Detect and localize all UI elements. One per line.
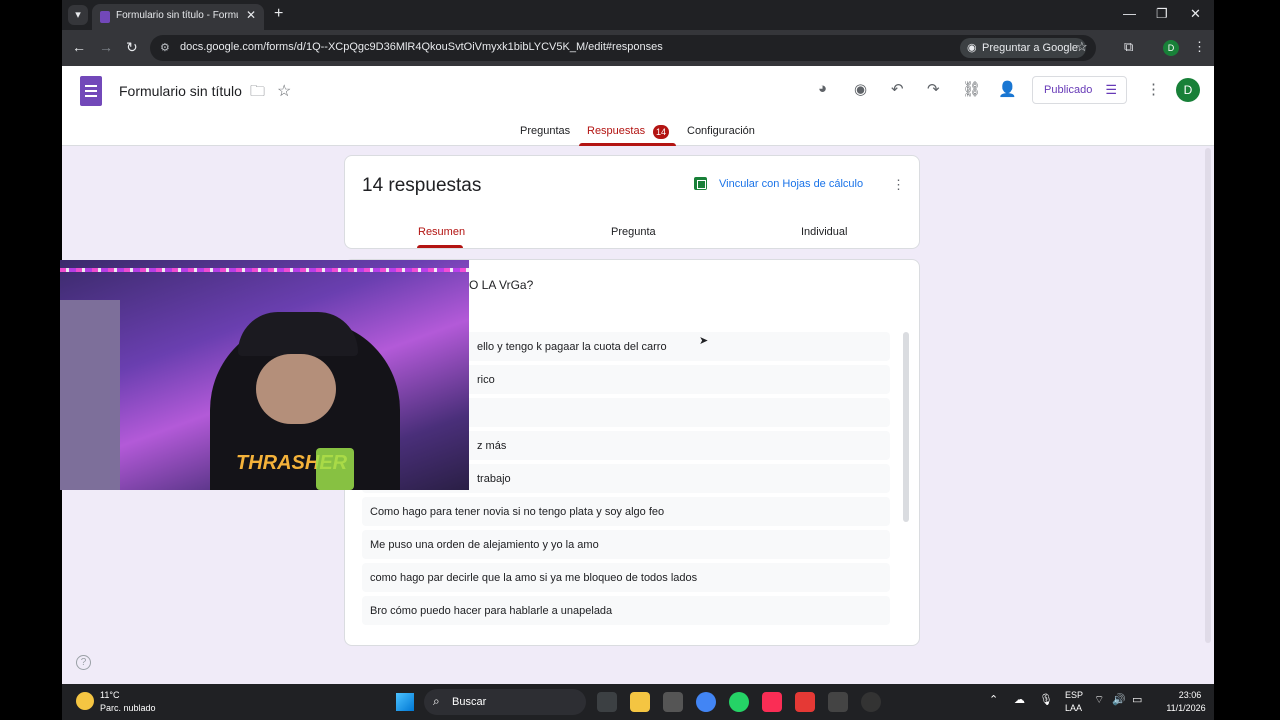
webcam-cup: [316, 448, 354, 490]
help-icon[interactable]: ?: [76, 655, 91, 670]
profile-avatar[interactable]: D: [1163, 40, 1179, 56]
windows-taskbar: 11°C Parc. nublado ⌕ Buscar ⌃ ☁ 🎙 ESP LA…: [62, 684, 1214, 720]
sheets-icon[interactable]: [694, 177, 707, 190]
tray-chevron-icon[interactable]: ⌃: [989, 693, 998, 706]
lens-icon: ◉: [967, 42, 977, 54]
reload-icon[interactable]: ↻: [126, 39, 138, 56]
browser-tab-forms[interactable]: Formulario sin título - Formulari ✕: [92, 4, 264, 30]
clock-date[interactable]: 11/1/2026: [1162, 703, 1210, 713]
more-options-icon[interactable]: ⋮: [1146, 80, 1161, 98]
language-indicator[interactable]: ESP: [1065, 690, 1083, 700]
webcam-overlay: THRASHER: [60, 260, 469, 490]
sliders-icon: ☰: [1105, 82, 1117, 97]
account-avatar[interactable]: D: [1176, 78, 1200, 102]
new-tab-icon[interactable]: +: [274, 5, 283, 23]
site-info-icon[interactable]: ⚙: [160, 41, 170, 54]
form-tabs: Preguntas Respuestas 14 Configuración: [62, 123, 1214, 146]
subtab-individual[interactable]: Individual: [801, 226, 847, 238]
back-icon[interactable]: ←: [72, 39, 86, 55]
windows-start-icon[interactable]: [396, 693, 414, 711]
onedrive-icon[interactable]: ☁: [1014, 693, 1025, 706]
palette-icon[interactable]: ◕: [818, 80, 827, 97]
answers-scrollbar[interactable]: [903, 332, 909, 522]
battery-icon[interactable]: ▭: [1132, 693, 1142, 706]
close-tab-icon[interactable]: ✕: [246, 8, 256, 22]
ask-google-button[interactable]: ◉ Preguntar a Google: [960, 38, 1087, 58]
volume-icon[interactable]: 🔊: [1112, 693, 1126, 706]
list-item: Me puso una orden de alejamiento y yo la…: [362, 530, 890, 559]
responses-summary-card: 14 respuestas Vincular con Hojas de cálc…: [344, 155, 920, 249]
responses-more-icon[interactable]: ⋮: [892, 177, 905, 193]
webcam-cap: [238, 312, 358, 356]
microphone-icon[interactable]: 🎙: [1039, 693, 1053, 706]
tab-preguntas[interactable]: Preguntas: [520, 125, 570, 137]
address-bar[interactable]: ⚙ docs.google.com/forms/d/1Q--XCpQgc9D36…: [150, 35, 1096, 61]
forms-header: Formulario sin título 🗀 ☆ ◕ ◉ ↶ ↷ ⛓ 👤 Pu…: [62, 66, 1214, 146]
add-collaborator-icon[interactable]: 👤: [998, 80, 1017, 98]
question-title: O LA VrGa?: [469, 278, 534, 292]
task-view-icon[interactable]: [597, 692, 617, 712]
webcam-fridge: [60, 300, 120, 490]
responses-count: 14 respuestas: [362, 175, 482, 196]
language-layout[interactable]: LAA: [1065, 703, 1082, 713]
tab-respuestas[interactable]: Respuestas: [587, 125, 645, 137]
undo-icon[interactable]: ↶: [891, 80, 904, 98]
forms-logo-icon[interactable]: [80, 76, 102, 106]
forward-icon[interactable]: →: [99, 39, 113, 55]
chrome-icon[interactable]: [696, 692, 716, 712]
redo-icon[interactable]: ↷: [927, 80, 940, 98]
app-icon[interactable]: [861, 692, 881, 712]
obs-icon[interactable]: [828, 692, 848, 712]
star-icon[interactable]: ☆: [277, 81, 291, 101]
mouse-cursor-icon: ➤: [699, 335, 709, 347]
search-icon: ⌕: [433, 694, 440, 708]
link-icon[interactable]: ⛓: [962, 80, 981, 98]
url-text: docs.google.com/forms/d/1Q--XCpQgc9D36Ml…: [180, 41, 663, 53]
chrome-menu-icon[interactable]: ⋮: [1193, 39, 1206, 55]
subtab-indicator: [417, 245, 463, 248]
weather-condition[interactable]: Parc. nublado: [100, 703, 156, 713]
active-tab-indicator: [579, 143, 676, 146]
forms-favicon-icon: [100, 11, 110, 23]
subtab-resumen[interactable]: Resumen: [418, 226, 465, 238]
publish-button[interactable]: Publicado ☰: [1032, 76, 1127, 104]
minimize-icon[interactable]: —: [1123, 6, 1136, 21]
weather-icon[interactable]: [76, 692, 94, 710]
ask-google-label: Preguntar a Google: [982, 42, 1079, 54]
tab-search-icon[interactable]: ▾: [68, 5, 88, 25]
preview-eye-icon[interactable]: ◉: [854, 80, 867, 98]
tab-configuracion[interactable]: Configuración: [687, 125, 755, 137]
form-title[interactable]: Formulario sin título: [119, 83, 242, 99]
responses-count-badge: 14: [653, 125, 669, 139]
folder-icon[interactable]: 🗀: [250, 81, 265, 106]
publish-label: Publicado: [1044, 84, 1093, 96]
webcam-face: [256, 354, 336, 424]
browser-toolbar: ← → ↻ ⚙ docs.google.com/forms/d/1Q--XCpQ…: [62, 30, 1214, 66]
file-explorer-icon[interactable]: [630, 692, 650, 712]
whatsapp-icon[interactable]: [729, 692, 749, 712]
tab-bar: ▾ Formulario sin título - Formulari ✕ + …: [62, 0, 1214, 30]
close-window-icon[interactable]: ✕: [1190, 6, 1201, 22]
webcam-led-lights: [60, 268, 469, 272]
list-item: como hago par decirle que la amo si ya m…: [362, 563, 890, 592]
music-icon[interactable]: [762, 692, 782, 712]
taskbar-search[interactable]: ⌕ Buscar: [424, 689, 586, 715]
tab-title: Formulario sin título - Formulari: [116, 10, 238, 21]
page-scrollbar[interactable]: [1205, 148, 1211, 643]
restore-icon[interactable]: ❐: [1156, 6, 1168, 22]
clock-time[interactable]: 23:06: [1170, 690, 1210, 700]
extensions-icon[interactable]: ⧉: [1124, 39, 1133, 55]
subtab-pregunta[interactable]: Pregunta: [611, 226, 656, 238]
recorder-icon[interactable]: [795, 692, 815, 712]
wifi-icon[interactable]: ⌔: [1094, 693, 1104, 707]
list-item: Bro cómo puedo hacer para hablarle a una…: [362, 596, 890, 625]
weather-temperature[interactable]: 11°C: [100, 690, 119, 700]
search-label: Buscar: [452, 696, 487, 708]
list-item: Como hago para tener novia si no tengo p…: [362, 497, 890, 526]
link-sheets-button[interactable]: Vincular con Hojas de cálculo: [719, 178, 863, 190]
bookmark-star-icon[interactable]: ☆: [1076, 39, 1088, 55]
store-icon[interactable]: [663, 692, 683, 712]
